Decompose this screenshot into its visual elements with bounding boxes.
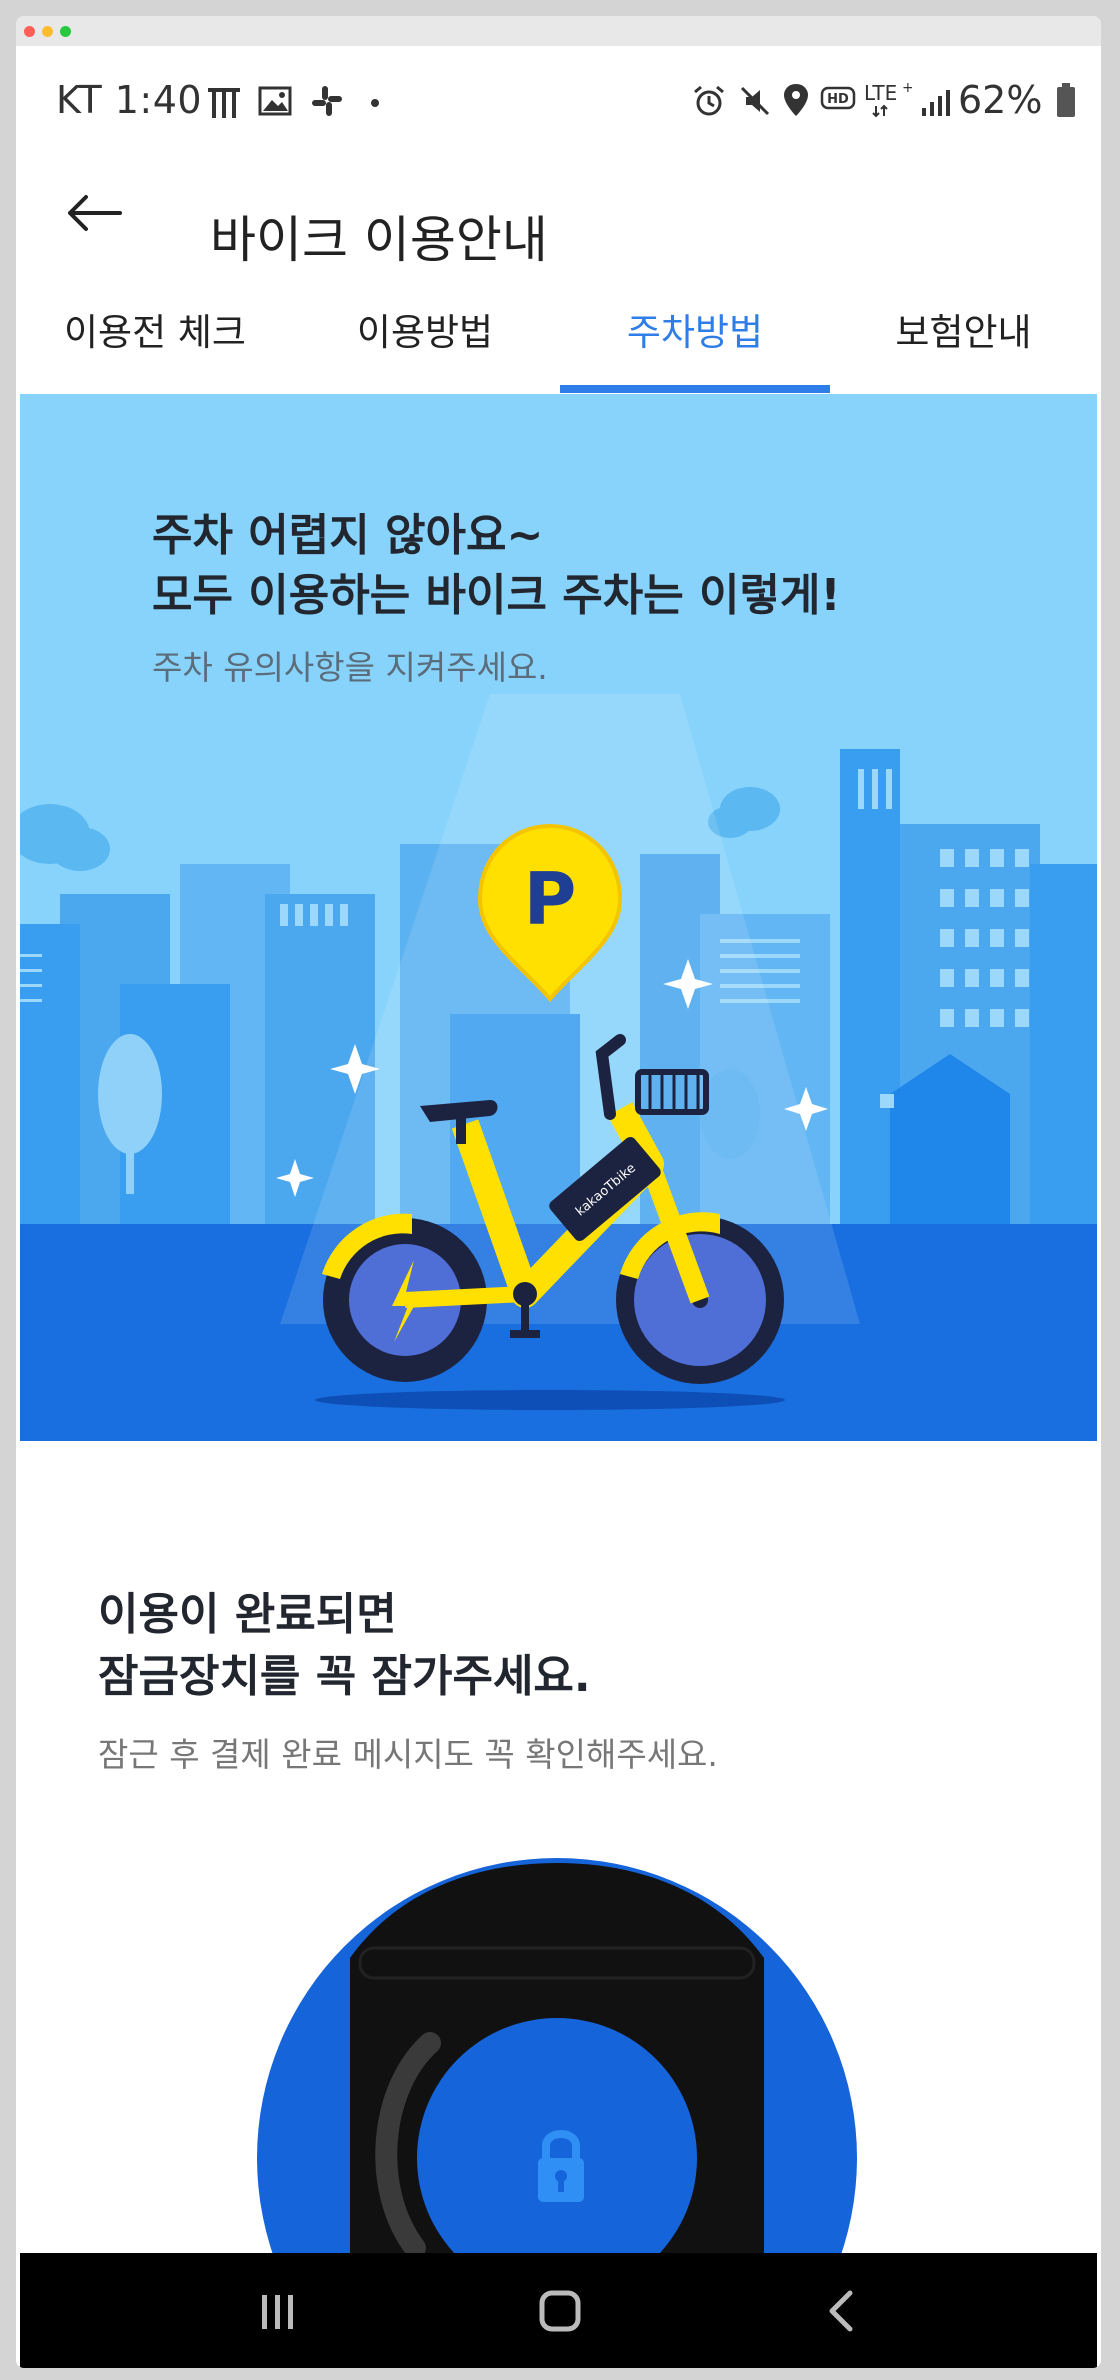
signal-icon: [922, 90, 950, 116]
location-icon: [784, 84, 808, 116]
window-frame: KT 1:40 HD LTE + 62% 바이크 이용안내 이용전 체크 이용방…: [16, 16, 1101, 2368]
lock-section-subtext: 잠근 후 결제 완료 메시지도 꼭 확인해주세요.: [98, 1735, 718, 1774]
page-title: 바이크 이용안내: [210, 211, 548, 269]
lock-section-heading-line1: 이용이 완료되면: [98, 1589, 397, 1640]
svg-text:+: +: [902, 80, 912, 96]
hero-banner: P kakaoTbike 주차 어렵지 않아요~ 모두 이용하는 바이크 주차는…: [20, 394, 1097, 1441]
back-icon[interactable]: [802, 2281, 882, 2341]
close-dot[interactable]: [24, 26, 35, 37]
carrier-time: KT 1:40: [56, 78, 203, 122]
tmap-icon: [208, 88, 240, 118]
battery-percent: 62%: [958, 78, 1043, 122]
parking-badge-letter: P: [524, 857, 577, 941]
tab-pre-use-check[interactable]: 이용전 체크: [20, 298, 290, 394]
svg-text:LTE: LTE: [864, 81, 897, 105]
hero-heading-line1: 주차 어렵지 않아요~: [152, 510, 544, 561]
arrow-left-icon[interactable]: [64, 188, 124, 238]
window-chrome: [16, 16, 1101, 46]
minimize-dot[interactable]: [42, 26, 53, 37]
svg-text:HD: HD: [827, 92, 849, 107]
lock-section-heading-line2: 잠금장치를 꼭 잠가주세요.: [98, 1651, 591, 1702]
system-nav-bar: [20, 2253, 1097, 2368]
battery-icon: [1057, 83, 1075, 117]
status-bar: KT 1:40 HD LTE + 62%: [20, 48, 1097, 136]
active-tab-indicator: [560, 385, 830, 393]
tab-insurance[interactable]: 보험안내: [830, 298, 1097, 394]
hero-subtext: 주차 유의사항을 지켜주세요.: [152, 648, 548, 687]
recent-apps-icon[interactable]: [238, 2281, 318, 2341]
bike-lock-illustration: [257, 1858, 857, 2258]
home-icon[interactable]: [520, 2281, 600, 2341]
slack-icon: [312, 86, 342, 116]
app-bar: 바이크 이용안내: [20, 148, 1097, 269]
alarm-icon: [694, 85, 724, 116]
tab-how-to-use[interactable]: 이용방법: [290, 298, 560, 394]
lte-icon: LTE +: [864, 80, 912, 118]
gallery-icon: [258, 86, 292, 116]
maximize-dot[interactable]: [60, 26, 71, 37]
phone-screen: KT 1:40 HD LTE + 62% 바이크 이용안내 이용전 체크 이용방…: [20, 48, 1097, 2368]
hd-icon: HD: [820, 86, 856, 110]
mute-icon: [740, 86, 770, 116]
tab-bar: 이용전 체크 이용방법 주차방법 보험안내: [20, 298, 1097, 394]
dot-icon: [371, 99, 379, 107]
tab-parking[interactable]: 주차방법: [560, 298, 830, 394]
hero-heading-line2: 모두 이용하는 바이크 주차는 이렇게!: [152, 570, 841, 621]
